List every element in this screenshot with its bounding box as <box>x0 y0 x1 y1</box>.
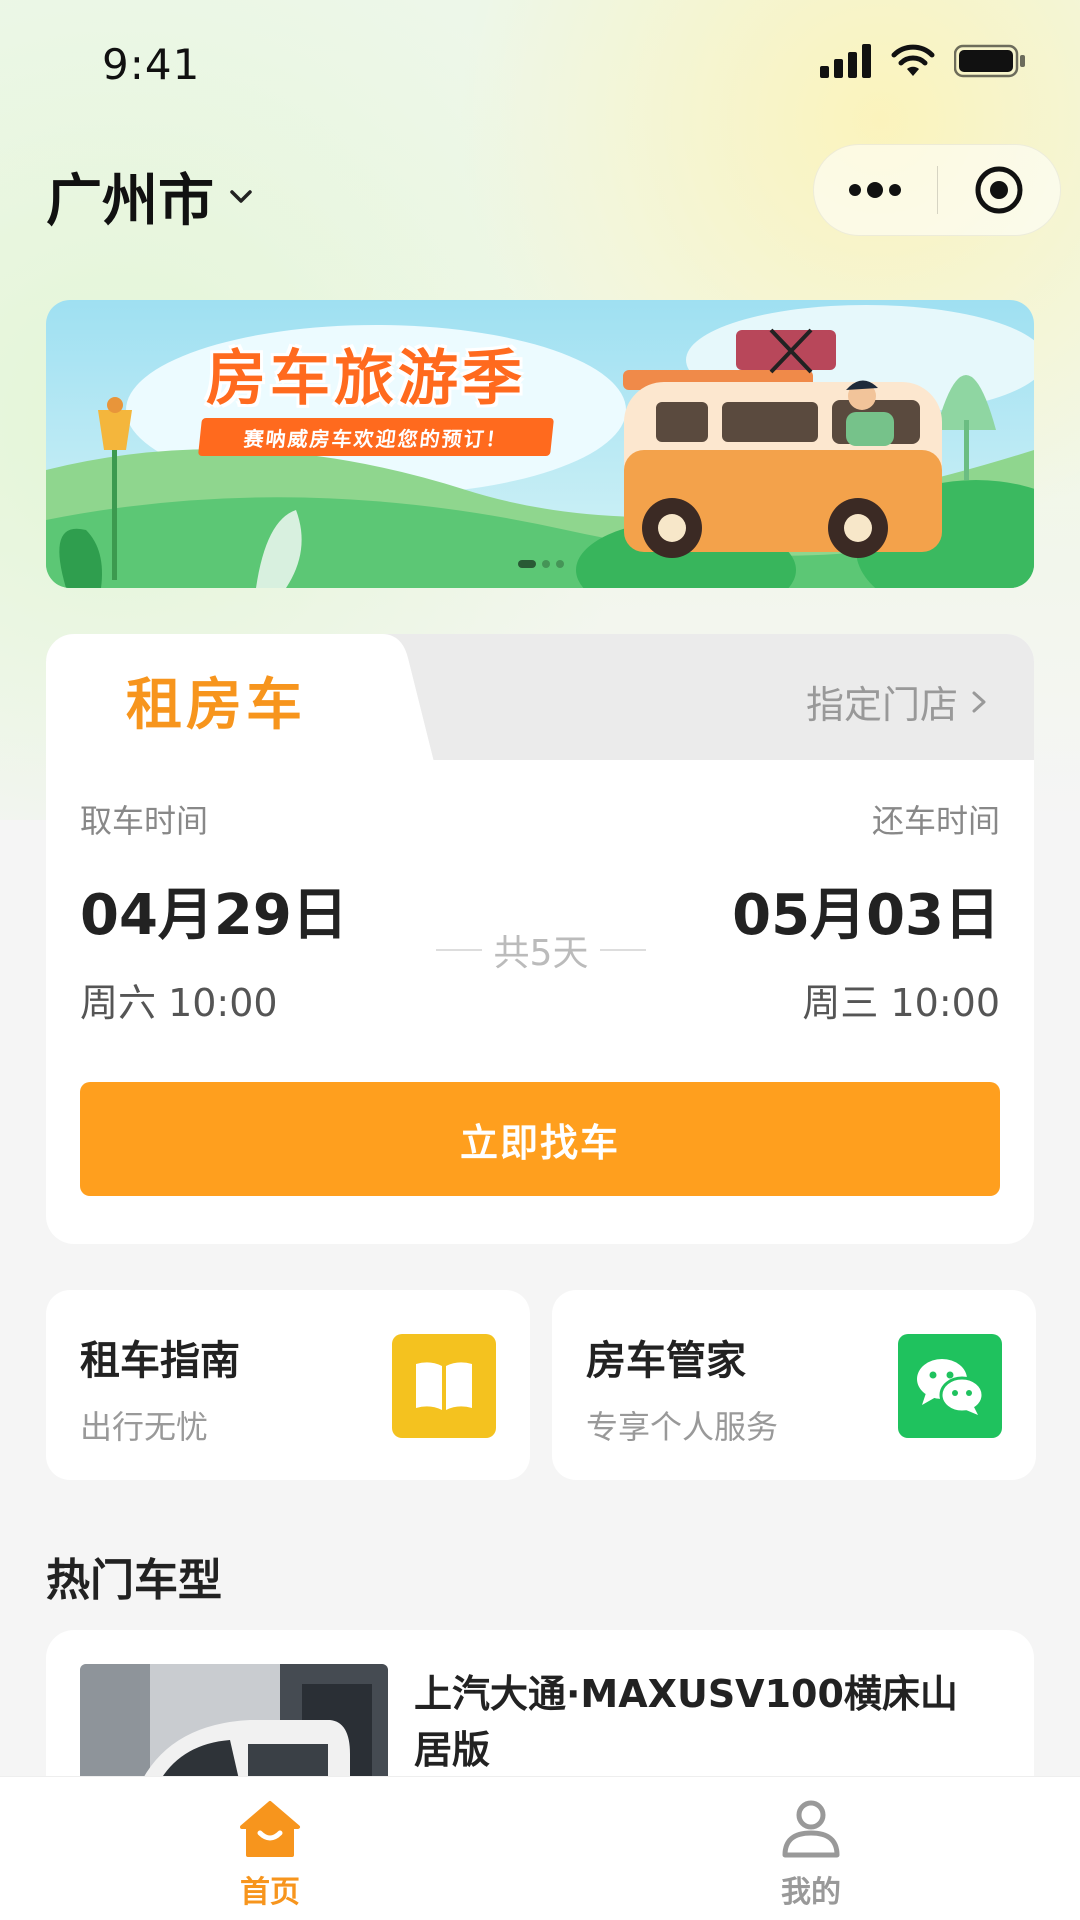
city-selector[interactable]: 广州市 <box>46 156 256 237</box>
rv-butler-subtitle: 专享个人服务 <box>586 1408 779 1446</box>
pagination-dot <box>518 560 536 568</box>
chevron-down-icon <box>230 189 252 203</box>
city-name: 广州市 <box>46 169 214 234</box>
return-label: 还车时间 <box>871 802 1000 840</box>
tab-home[interactable]: 首页 <box>190 1799 350 1911</box>
signal-icon <box>820 44 871 78</box>
banner-title: 房车旅游季 <box>206 344 526 414</box>
battery-icon <box>954 44 1025 78</box>
pagination-dot <box>542 560 550 568</box>
rental-days: 共5天 <box>493 933 589 974</box>
rv-butler-title: 房车管家 <box>586 1338 746 1384</box>
pagination-dot <box>556 560 564 568</box>
duration-divider <box>600 949 646 951</box>
rental-guide-title: 租车指南 <box>80 1338 240 1384</box>
rent-card: 租房车 指定门店 取车时间 04月29日 周六 10:00 共5天 还车时间 0… <box>46 634 1034 1244</box>
pickup-time[interactable]: 周六 10:00 <box>80 972 278 1027</box>
wifi-icon <box>891 44 935 76</box>
promo-banner[interactable]: 房车旅游季 赛呐威房车欢迎您的预订！ <box>46 300 1034 588</box>
pickup-date[interactable]: 04月29日 <box>80 870 348 951</box>
more-dots-icon <box>849 182 902 198</box>
hot-models-title: 热门车型 <box>46 1555 222 1606</box>
tab-select-store-label: 指定门店 <box>805 683 958 727</box>
wechat-icon <box>898 1334 1002 1438</box>
tab-rent-rv[interactable]: 租房车 <box>126 660 306 741</box>
rental-duration: 共5天 <box>436 924 646 976</box>
rental-guide-subtitle: 出行无忧 <box>80 1408 209 1446</box>
more-button[interactable] <box>814 144 937 236</box>
pickup-label: 取车时间 <box>80 802 209 840</box>
banner-pagination <box>518 560 564 568</box>
user-icon <box>782 1800 840 1858</box>
tab-select-store[interactable]: 指定门店 <box>806 674 990 729</box>
find-car-button[interactable]: 立即找车 <box>80 1082 1000 1196</box>
bottom-tab-bar: 首页 我的 <box>0 1776 1080 1920</box>
chevron-right-icon <box>972 691 986 712</box>
banner-subtitle: 赛呐威房车欢迎您的预订！ <box>198 418 554 456</box>
tab-mine[interactable]: 我的 <box>731 1799 891 1911</box>
rv-butler-card[interactable]: 房车管家 专享个人服务 <box>552 1290 1036 1480</box>
miniapp-capsule <box>813 144 1061 236</box>
duration-divider <box>436 949 482 951</box>
tab-home-label: 首页 <box>240 1875 300 1910</box>
book-icon <box>392 1334 496 1438</box>
close-miniapp-button[interactable] <box>937 144 1060 236</box>
target-icon <box>975 166 1023 214</box>
rental-guide-card[interactable]: 租车指南 出行无忧 <box>46 1290 530 1480</box>
status-icons <box>820 44 1026 78</box>
car-name: 上汽大通·MAXUSV100横床山居版 <box>414 1672 958 1772</box>
return-time[interactable]: 周三 10:00 <box>802 972 1000 1027</box>
tab-mine-label: 我的 <box>781 1875 841 1910</box>
home-icon <box>240 1801 300 1857</box>
status-time: 9:41 <box>102 40 201 89</box>
return-date[interactable]: 05月03日 <box>732 870 1000 951</box>
